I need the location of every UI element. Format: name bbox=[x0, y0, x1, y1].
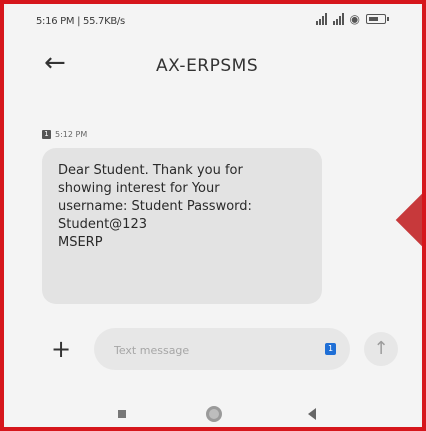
back-arrow-icon[interactable]: ← bbox=[44, 50, 66, 76]
wifi-icon: ◉ bbox=[349, 12, 360, 26]
message-composer: + 1 ↑ bbox=[8, 322, 420, 376]
sim-select-icon[interactable]: 1 bbox=[325, 343, 336, 355]
sim-badge: 1 bbox=[42, 130, 51, 139]
text-message-field[interactable]: 1 bbox=[94, 328, 350, 370]
screenshot-frame: 5:16 PM | 55.7KB/s ◉ ← AX-ERPSMS 1 5:12 … bbox=[0, 0, 426, 431]
message-time: 5:12 PM bbox=[55, 130, 88, 139]
home-circle-icon[interactable] bbox=[206, 406, 222, 422]
system-nav-bar bbox=[8, 396, 420, 427]
cell-signal-2-icon bbox=[332, 13, 344, 25]
message-bubble[interactable]: Dear Student. Thank you for showing inte… bbox=[42, 148, 322, 304]
cell-signal-icon bbox=[315, 13, 327, 25]
nav-back-triangle-icon[interactable] bbox=[308, 408, 316, 420]
message-meta: 1 5:12 PM bbox=[42, 130, 87, 139]
status-bar: 5:16 PM | 55.7KB/s ◉ bbox=[8, 4, 420, 38]
status-time: 5:16 PM | 55.7KB/s bbox=[36, 16, 125, 27]
battery-icon bbox=[366, 14, 389, 24]
status-icons: ◉ bbox=[315, 12, 389, 26]
recents-square-icon[interactable] bbox=[118, 410, 126, 418]
attach-plus-icon[interactable]: + bbox=[48, 336, 74, 362]
conversation-title: AX-ERPSMS bbox=[156, 56, 259, 76]
text-message-input[interactable] bbox=[112, 338, 316, 362]
send-arrow-up-icon[interactable]: ↑ bbox=[364, 332, 398, 366]
phone-screen: 5:16 PM | 55.7KB/s ◉ ← AX-ERPSMS 1 5:12 … bbox=[8, 4, 420, 427]
